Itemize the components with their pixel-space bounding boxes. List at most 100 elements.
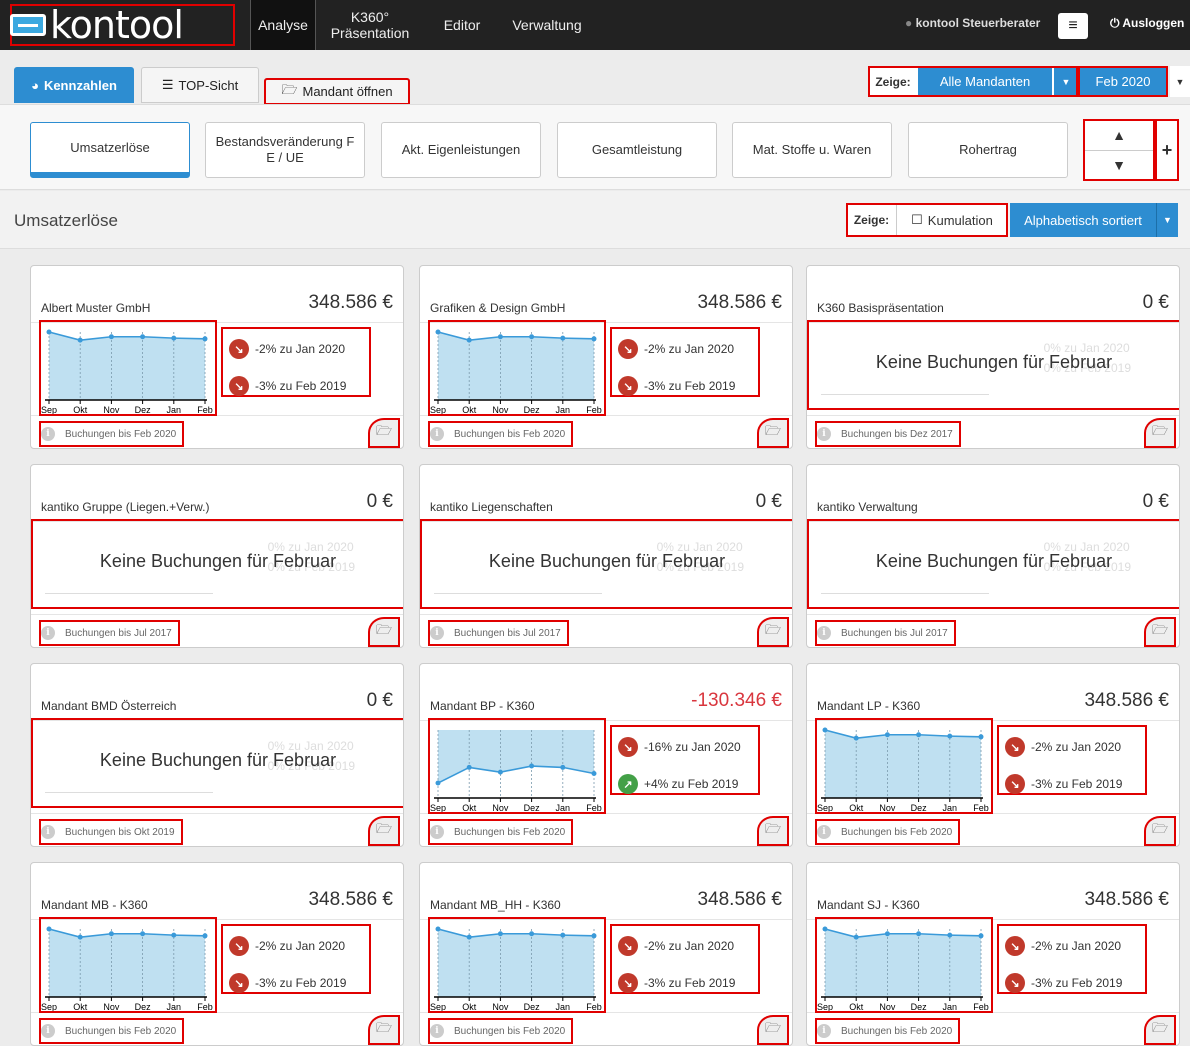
trend-stat-text: -2% zu Jan 2020 bbox=[255, 342, 346, 356]
mandant-name: kantiko Gruppe (Liegen.+Verw.) bbox=[41, 500, 210, 514]
chart-point bbox=[822, 926, 828, 932]
chart-point bbox=[46, 926, 52, 932]
kennzahl-akt-eigenleistungen[interactable]: Akt. Eigenleistungen bbox=[381, 122, 541, 178]
logout-button[interactable]: ⏻ Ausloggen bbox=[1110, 16, 1184, 31]
kennzahl-mat-stoffe[interactable]: Mat. Stoffe u. Waren bbox=[732, 122, 892, 178]
arrow-up-right-icon: ↗ bbox=[618, 774, 638, 794]
info-icon: i bbox=[817, 626, 831, 640]
arrow-down-right-icon: ↘ bbox=[1005, 973, 1025, 993]
trend-stat-text: -3% zu Feb 2019 bbox=[1031, 976, 1123, 990]
tab-kennzahlen[interactable]: ◕ Kennzahlen bbox=[14, 67, 134, 103]
bookings-info-text: Buchungen bis Jul 2017 bbox=[841, 627, 948, 639]
user-menu[interactable]: ● kontool Steuerberater bbox=[905, 16, 1040, 30]
open-mandant-button[interactable]: 🗁 bbox=[368, 617, 400, 647]
chart-point bbox=[529, 334, 535, 340]
trend-stat-text: -2% zu Jan 2020 bbox=[1031, 740, 1122, 754]
chart-point bbox=[884, 931, 890, 937]
sort-chevron-down-icon[interactable]: ▼ bbox=[1156, 203, 1178, 237]
trend-stat-text: -2% zu Jan 2020 bbox=[255, 939, 346, 953]
info-icon: i bbox=[41, 825, 55, 839]
bookings-info-text: Buchungen bis Feb 2020 bbox=[65, 428, 177, 440]
card-footer-divider bbox=[807, 415, 1179, 416]
info-icon: i bbox=[41, 1024, 55, 1038]
mandant-value: 348.586 € bbox=[1084, 690, 1169, 711]
kumulation-filter: Zeige: ☐ Kumulation bbox=[846, 203, 1008, 237]
trend-stat: ↘ -2% zu Jan 2020 bbox=[1005, 935, 1121, 957]
no-bookings-panel: 0% zu Jan 2020 0% zu Feb 2019 Keine Buchun… bbox=[31, 718, 403, 808]
trend-stat-text: -2% zu Jan 2020 bbox=[1031, 939, 1122, 953]
open-mandant-button[interactable]: 🗁 bbox=[1144, 418, 1176, 448]
open-mandant-button[interactable]: 🗁 bbox=[368, 418, 400, 448]
open-mandant-button[interactable]: 🗁 bbox=[368, 816, 400, 846]
trend-chart-svg: Sep Okt Nov Dez Jan Feb bbox=[430, 730, 602, 813]
tab-kennzahlen-label: Kennzahlen bbox=[43, 77, 117, 93]
kennzahl-gesamtleistung[interactable]: Gesamtleistung bbox=[557, 122, 717, 178]
chart-point bbox=[947, 932, 953, 938]
trend-stats: ↘ -2% zu Jan 2020 ↘ -3% zu Feb 2019 bbox=[997, 725, 1147, 795]
arrow-down-right-icon: ↘ bbox=[229, 973, 249, 993]
hamburger-menu-button[interactable]: ≡ bbox=[1058, 13, 1088, 39]
nav-analyse[interactable]: Analyse bbox=[250, 0, 316, 50]
open-mandant-button[interactable]: 🗁 bbox=[757, 816, 789, 846]
open-mandant-button[interactable]: 🗁 bbox=[757, 1015, 789, 1045]
trend-stat-text: -2% zu Jan 2020 bbox=[644, 342, 735, 356]
chart-point bbox=[560, 335, 566, 341]
month-chevron-down-icon[interactable]: ▼ bbox=[1170, 66, 1190, 97]
chart-tick-label: Feb bbox=[197, 1002, 213, 1012]
bookings-info: i Buchungen bis Feb 2020 bbox=[39, 421, 185, 447]
trend-chart: Sep Okt Nov Dez Jan Feb bbox=[428, 917, 606, 1013]
chart-tick-label: Okt bbox=[849, 803, 864, 813]
folder-open-icon: 🗁 bbox=[764, 1020, 782, 1035]
kumulation-label: Kumulation bbox=[927, 212, 993, 228]
open-mandant-button[interactable]: 🗁 bbox=[757, 617, 789, 647]
nav-editor[interactable]: Editor bbox=[432, 0, 492, 50]
trend-stat-text: -3% zu Feb 2019 bbox=[255, 379, 347, 393]
open-mandant-button[interactable]: 🗁 bbox=[757, 418, 789, 448]
kennzahl-rohertrag[interactable]: Rohertrag bbox=[908, 122, 1068, 178]
chart-tick-label: Okt bbox=[462, 1002, 477, 1012]
kumulation-checkbox[interactable]: ☐ Kumulation bbox=[897, 212, 1007, 228]
nav-k360-praesentation[interactable]: K360° Präsentation bbox=[322, 0, 418, 50]
open-mandant-button[interactable]: 🗁 bbox=[368, 1015, 400, 1045]
mandant-card: Mandant LP - K360 348.586 € Sep Okt Nov Dez Ja… bbox=[806, 663, 1180, 847]
chevron-down-icon[interactable]: ▼ bbox=[1084, 151, 1154, 181]
mandant-name: Mandant BMD Österreich bbox=[41, 699, 177, 713]
chart-tick-label: Dez bbox=[135, 1002, 152, 1012]
nav-verwaltung[interactable]: Verwaltung bbox=[502, 0, 592, 50]
trend-chart: Sep Okt Nov Dez Jan Feb bbox=[428, 320, 606, 416]
info-icon: i bbox=[41, 626, 55, 640]
chart-point bbox=[497, 931, 503, 937]
info-icon: i bbox=[430, 427, 444, 441]
tab-top-sicht[interactable]: ☰ TOP-Sicht bbox=[141, 67, 259, 103]
chart-tick-label: Jan bbox=[943, 1002, 958, 1012]
mandanten-select[interactable]: Alle Mandanten bbox=[918, 68, 1052, 95]
chevron-up-icon[interactable]: ▲ bbox=[1084, 120, 1154, 151]
add-kennzahl-button[interactable]: + bbox=[1155, 119, 1179, 181]
chart-tick-label: Okt bbox=[849, 1002, 864, 1012]
kennzahl-umsatzerloese[interactable]: Umsatzerlöse bbox=[30, 122, 190, 178]
chart-tick-label: Okt bbox=[73, 1002, 88, 1012]
open-mandant-button[interactable]: 🗁 bbox=[1144, 816, 1176, 846]
trend-stats: ↘ -2% zu Jan 2020 ↘ -3% zu Feb 2019 bbox=[221, 924, 371, 994]
month-select[interactable]: Feb 2020 bbox=[1078, 66, 1168, 97]
open-mandant-button[interactable]: 🗁 bbox=[1144, 617, 1176, 647]
trend-stat: ↘ -2% zu Jan 2020 bbox=[618, 338, 734, 360]
mandant-card: Mandant BP - K360 -130.346 € Sep Okt Nov Dez J… bbox=[419, 663, 793, 847]
trend-stat-text: -3% zu Feb 2019 bbox=[644, 379, 736, 393]
chevron-down-icon[interactable]: ▼ bbox=[1054, 68, 1078, 95]
chart-point bbox=[466, 337, 472, 343]
bookings-info: i Buchungen bis Jul 2017 bbox=[815, 620, 956, 646]
mandant-value: 0 € bbox=[1142, 292, 1169, 313]
trend-stat-text: -3% zu Feb 2019 bbox=[644, 976, 736, 990]
chart-point bbox=[77, 934, 83, 940]
open-mandant-button[interactable]: 🗁 bbox=[1144, 1015, 1176, 1045]
arrow-down-right-icon: ↘ bbox=[618, 339, 638, 359]
chart-tick-label: Jan bbox=[167, 405, 182, 415]
kennzahl-bestandsveraenderung[interactable]: Bestandsveränderung F E / UE bbox=[205, 122, 365, 178]
chart-tick-label: Nov bbox=[492, 405, 509, 415]
sort-select[interactable]: Alphabetisch sortiert bbox=[1010, 203, 1156, 237]
mandant-oeffnen-button[interactable]: 🗁 Mandant öffnen bbox=[264, 78, 410, 105]
chart-area bbox=[49, 929, 205, 997]
chart-tick-label: Jan bbox=[167, 1002, 182, 1012]
kontool-logo[interactable]: kontool bbox=[10, 3, 235, 47]
